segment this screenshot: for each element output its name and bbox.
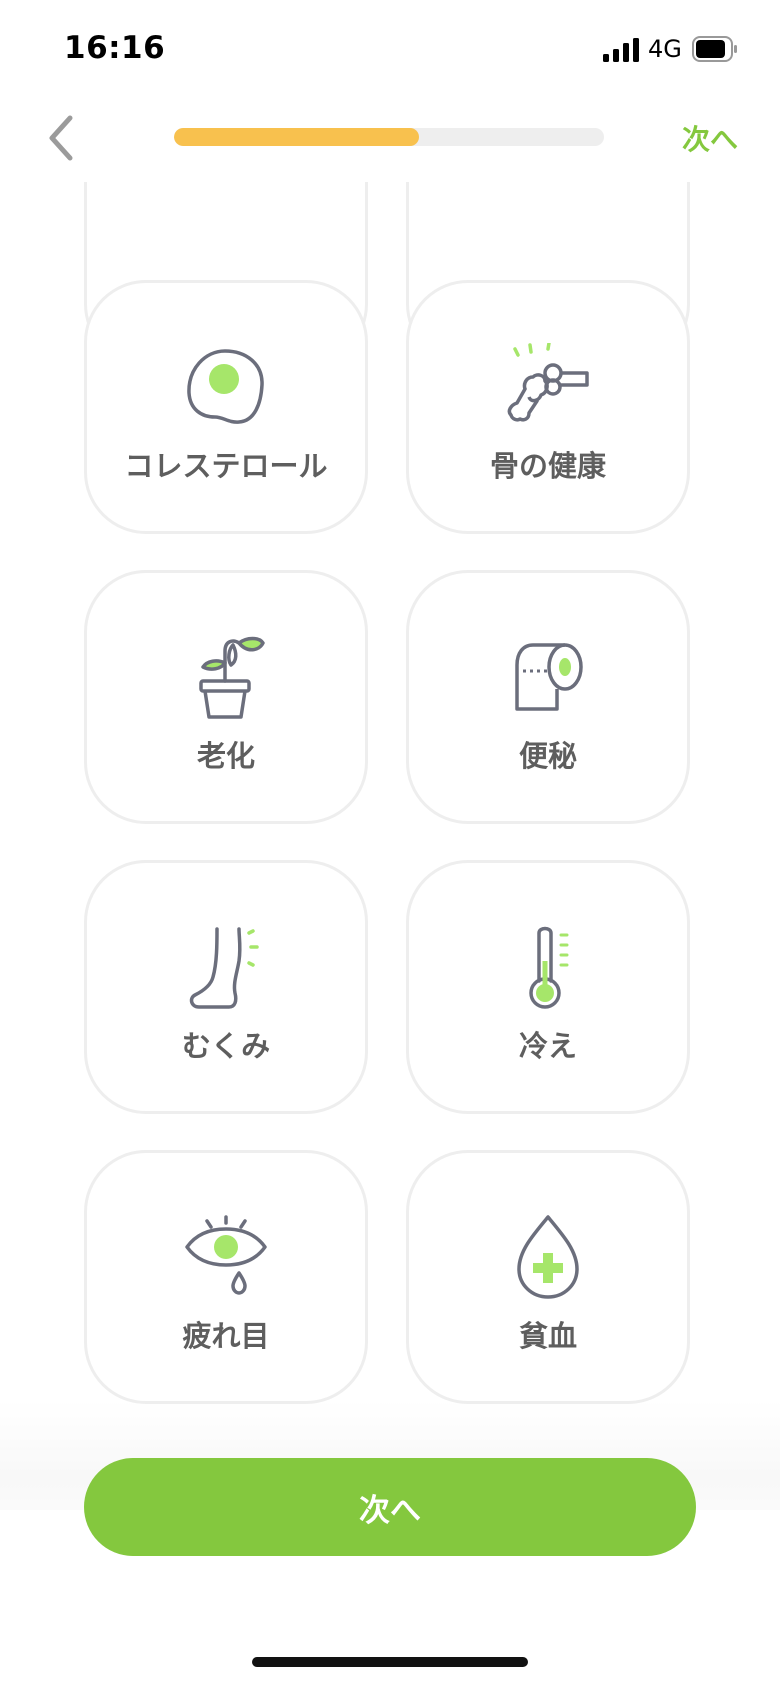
concern-label: むくみ (181, 1029, 271, 1063)
concern-label: 冷え (518, 1029, 577, 1063)
back-button[interactable] (40, 112, 84, 164)
concern-card-bone-health[interactable]: 骨の健康 (406, 280, 690, 534)
wilting-plant-icon (199, 636, 265, 719)
progress-fill (174, 128, 420, 146)
next-button[interactable]: 次へ (84, 1458, 696, 1556)
concern-label: 老化 (196, 739, 255, 773)
concern-card-tired-eyes[interactable]: 疲れ目 (84, 1150, 368, 1404)
concern-label: 便秘 (518, 739, 577, 773)
egg-icon (187, 349, 264, 424)
tired-eye-icon (185, 1215, 267, 1295)
toilet-paper-icon (515, 643, 583, 711)
bone-icon (507, 343, 589, 422)
network-type: 4G (648, 35, 682, 63)
concern-card-anemia[interactable]: 貧血 (406, 1150, 690, 1404)
concern-label: 貧血 (518, 1319, 577, 1353)
home-indicator (252, 1657, 528, 1667)
thermometer-icon (529, 926, 569, 1009)
status-time: 16:16 (64, 30, 166, 66)
concern-card-aging[interactable]: 老化 (84, 570, 368, 824)
header-next-button[interactable]: 次へ (682, 118, 738, 158)
concern-card-constipation[interactable]: 便秘 (406, 570, 690, 824)
concern-label: 疲れ目 (182, 1319, 270, 1353)
chevron-left-icon (49, 115, 73, 161)
concern-label: コレステロール (124, 449, 328, 483)
concern-card-swelling[interactable]: むくみ (84, 860, 368, 1114)
concern-grid: コレステロール 骨の健康 老化 便秘 むくみ 冷え 疲れ目 貧血 (0, 182, 780, 1412)
concern-card-cholesterol[interactable]: コレステロール (84, 280, 368, 534)
battery-icon (692, 36, 737, 62)
status-bar: 16:16 4G (0, 0, 780, 100)
concern-card-coldness[interactable]: 冷え (406, 860, 690, 1114)
progress-bar (174, 128, 604, 146)
cellular-signal-icon (603, 38, 639, 62)
blood-drop-icon (517, 1215, 579, 1299)
leg-swelling-icon (189, 927, 259, 1009)
concern-label: 骨の健康 (489, 449, 606, 483)
